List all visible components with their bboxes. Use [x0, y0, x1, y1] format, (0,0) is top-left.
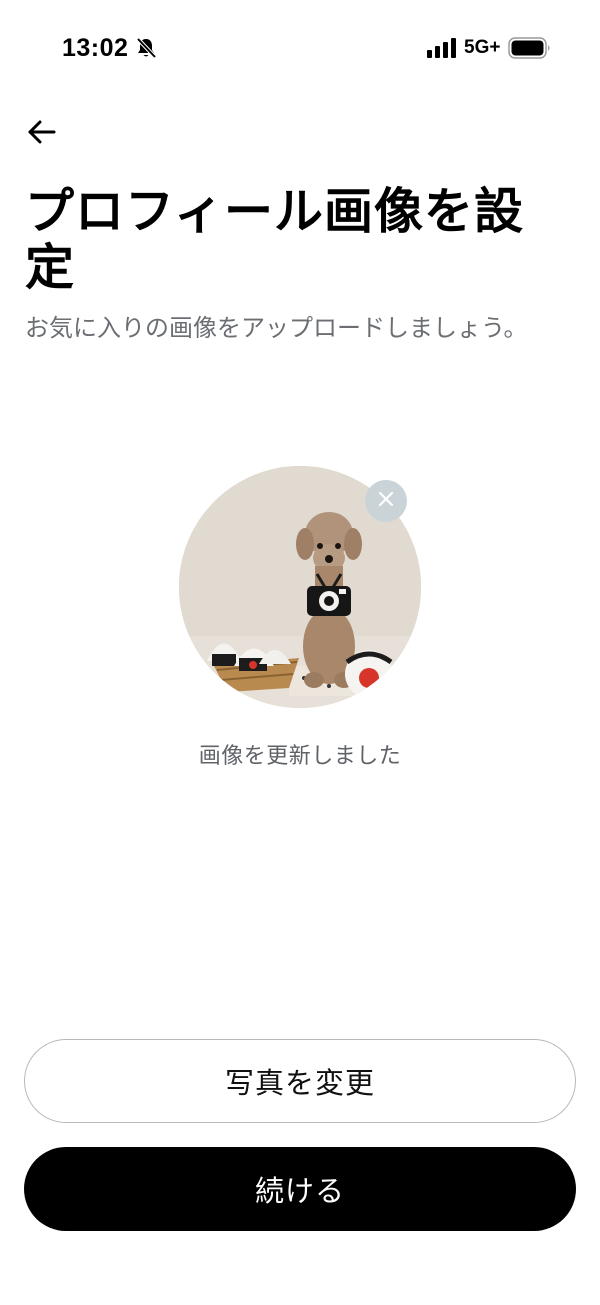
continue-label: 続ける: [254, 1174, 345, 1208]
bell-off-icon: [135, 37, 157, 59]
continue-button[interactable]: 続ける: [24, 1147, 576, 1231]
network-label: 5G+: [464, 37, 501, 58]
change-photo-button[interactable]: 写真を変更: [24, 1039, 576, 1123]
remove-image-button[interactable]: [365, 480, 407, 522]
upload-status-message: 画像を更新しました: [198, 744, 402, 769]
battery-icon: [508, 37, 552, 59]
signal-icon: [427, 38, 457, 58]
change-photo-label: 写真を変更: [224, 1066, 375, 1100]
arrow-left-icon: [27, 119, 57, 149]
status-bar: 13:02 5G+: [0, 0, 600, 96]
back-button[interactable]: [20, 112, 64, 156]
close-icon: [378, 491, 394, 511]
page-subtitle: お気に入りの画像をアップロードしましょう。: [25, 314, 528, 342]
status-time: 13:02: [62, 34, 129, 62]
page-title: プロフィール画像を設定: [25, 183, 525, 296]
